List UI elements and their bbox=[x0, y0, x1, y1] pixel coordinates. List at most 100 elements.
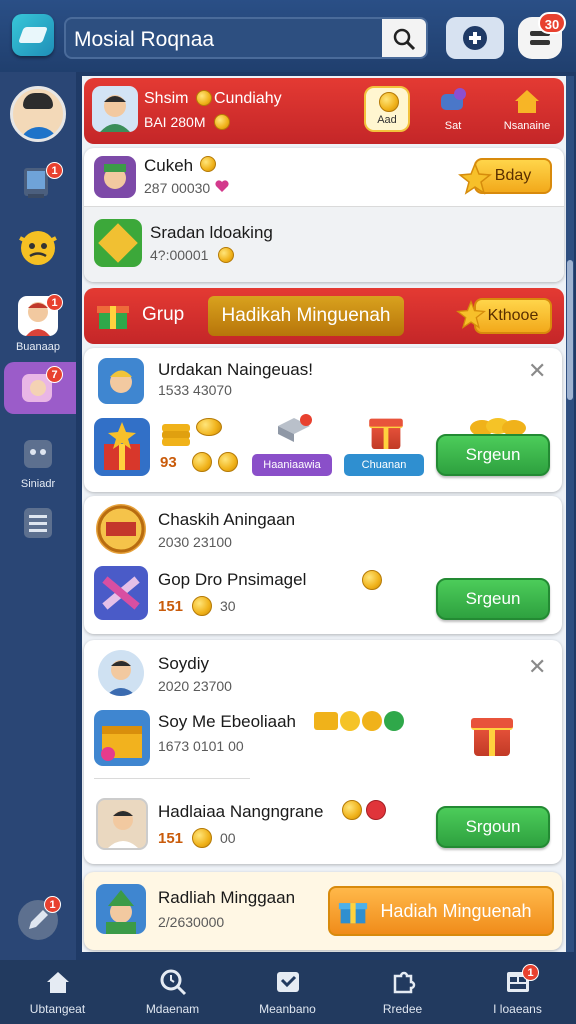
scrollbar-track[interactable] bbox=[566, 76, 574, 952]
coin-icon bbox=[379, 92, 399, 112]
claim-button[interactable]: Srgoun bbox=[436, 806, 550, 848]
weekly-reward-button[interactable]: Hadiah Minguenah bbox=[328, 886, 554, 936]
close-icon[interactable]: ✕ bbox=[528, 358, 546, 384]
nav-item-grid[interactable]: 1 I loaeans bbox=[460, 960, 575, 1024]
card-sub: 1533 43070 bbox=[158, 382, 232, 398]
add-action-button[interactable]: Aad bbox=[364, 86, 410, 132]
search-input[interactable]: Mosial Roqnaa bbox=[74, 28, 214, 52]
card-item-title: Gop Dro Pnsimagel bbox=[158, 570, 307, 589]
coin-icon bbox=[192, 452, 212, 472]
home-action-button[interactable]: Nsanaine bbox=[492, 86, 562, 136]
nav-label: Mdaenam bbox=[145, 1002, 200, 1016]
coin-icon bbox=[200, 156, 216, 172]
reward-pill[interactable]: Haaniaawia bbox=[252, 454, 332, 476]
nav-label: I loaeans bbox=[493, 1002, 542, 1016]
star-icon bbox=[456, 300, 486, 329]
group-title-banner: Hadikah Minguenah bbox=[208, 296, 404, 336]
profile-card: Shsim Cundiahy BAI 280M Aad Sat Nsanaine bbox=[84, 78, 564, 144]
gift-icon bbox=[369, 418, 403, 449]
card-title: Chaskih Aningaan bbox=[158, 510, 296, 529]
claim-button[interactable]: Srgeun bbox=[436, 578, 550, 620]
gift-icon bbox=[338, 903, 368, 924]
profile-name: Shsim bbox=[144, 90, 189, 107]
scrollbar-thumb[interactable] bbox=[567, 260, 573, 400]
search-field[interactable]: Mosial Roqnaa bbox=[64, 17, 428, 59]
coin-icon bbox=[196, 90, 212, 106]
nav-item-rewards[interactable]: Rredee bbox=[345, 960, 460, 1024]
reward-amount-secondary: 00 bbox=[220, 830, 236, 846]
app-logo-icon[interactable] bbox=[12, 14, 54, 56]
sidebar-item-list[interactable] bbox=[14, 500, 62, 548]
card-row-title: Hadlaiaa Nangngrane bbox=[158, 802, 324, 821]
sidebar-item-label: Siniadr bbox=[20, 478, 56, 490]
controller-icon bbox=[441, 88, 466, 110]
sidebar-edit-button[interactable]: 1 bbox=[14, 896, 62, 944]
profile-thumbnail bbox=[92, 86, 138, 132]
reward-card: Chaskih Aningaan 2030 23100 Gop Dro Pnsi… bbox=[84, 496, 562, 634]
search-icon bbox=[393, 28, 416, 51]
user-avatar[interactable] bbox=[10, 86, 66, 142]
search-button[interactable] bbox=[382, 19, 426, 57]
coin-icon bbox=[342, 800, 362, 820]
coin-icon bbox=[218, 247, 234, 263]
card-sub: 2030 23100 bbox=[158, 534, 232, 550]
card-sub: 1673 0101 00 bbox=[158, 738, 244, 754]
home-icon bbox=[47, 972, 69, 993]
sidebar-item-computer[interactable]: 1 bbox=[14, 160, 63, 208]
sidebar-item-siniadr[interactable] bbox=[14, 432, 62, 480]
gamepad-icon bbox=[463, 26, 487, 50]
reward-card: Soydiy 2020 23700 ✕ Soy Me Ebeoliaah 167… bbox=[84, 640, 562, 864]
list-item-title: Cukeh bbox=[144, 156, 194, 175]
coin-stack-icon bbox=[162, 424, 190, 446]
angry-face-icon bbox=[19, 231, 57, 265]
card-sub: 2/2630000 bbox=[158, 914, 225, 930]
card-sub: 2020 23700 bbox=[158, 678, 232, 694]
person-icon bbox=[106, 660, 136, 696]
sidebar-badge: 7 bbox=[46, 366, 63, 383]
gift-icon bbox=[104, 422, 140, 470]
profile-code: BAI 280M bbox=[144, 114, 206, 130]
weekly-reward-card: Radliah Minggaan 2/2630000 Hadiah Mingue… bbox=[84, 872, 562, 950]
nav-label: Rredee bbox=[382, 1002, 423, 1016]
nav-item-messages[interactable]: Meanbano bbox=[230, 960, 345, 1024]
person-icon bbox=[108, 810, 138, 848]
gift-icon bbox=[97, 306, 129, 329]
list-item[interactable]: Sradan ldoaking 4?:00001 bbox=[84, 207, 564, 282]
reward-amount-secondary: 30 bbox=[220, 598, 236, 614]
sidebar-item-emoji[interactable] bbox=[14, 224, 62, 272]
sidebar-badge: 1 bbox=[44, 896, 61, 913]
nav-badge: 1 bbox=[522, 964, 539, 981]
card-avatar bbox=[98, 650, 144, 696]
sidebar-badge: 1 bbox=[46, 294, 63, 311]
gift-icon bbox=[471, 718, 513, 756]
reward-amount: 151 bbox=[158, 598, 184, 615]
reward-pill[interactable]: Chuanan bbox=[344, 454, 424, 476]
star-icon bbox=[458, 162, 492, 195]
reward-thumbnail bbox=[94, 710, 150, 766]
coin-icon bbox=[218, 452, 238, 472]
nav-label: Meanbano bbox=[259, 1002, 316, 1016]
map-icon bbox=[98, 223, 138, 263]
weekly-reward-label: Hadiah Minguenah bbox=[380, 901, 532, 921]
reward-thumbnail bbox=[94, 566, 148, 620]
close-icon[interactable]: ✕ bbox=[528, 654, 546, 680]
list-item-sub: 4?:00001 bbox=[150, 247, 209, 263]
coin-icon bbox=[192, 596, 212, 616]
nav-item-search[interactable]: Mdaenam bbox=[115, 960, 230, 1024]
list-item-title: Sradan ldoaking bbox=[150, 223, 273, 242]
sidebar-item-buanaap[interactable]: 1 bbox=[14, 292, 63, 340]
person-icon bbox=[100, 95, 130, 132]
action-label: Nsanaine bbox=[503, 120, 551, 132]
search-clock-icon bbox=[160, 969, 187, 996]
coin-icon bbox=[362, 570, 382, 590]
sat-action-button[interactable]: Sat bbox=[428, 86, 478, 136]
slot-machine-icon bbox=[97, 505, 145, 553]
reward-thumbnail bbox=[96, 798, 148, 850]
claim-button-label: Srgoun bbox=[465, 817, 521, 836]
gamepad-button[interactable] bbox=[446, 17, 504, 59]
sidebar-item-active[interactable]: 7 bbox=[4, 362, 76, 414]
coin-icon bbox=[192, 828, 212, 848]
nav-item-home[interactable]: Ubtangeat bbox=[0, 960, 115, 1024]
sidebar-badge: 1 bbox=[46, 162, 63, 179]
claim-button[interactable]: Srgeun bbox=[436, 434, 550, 476]
